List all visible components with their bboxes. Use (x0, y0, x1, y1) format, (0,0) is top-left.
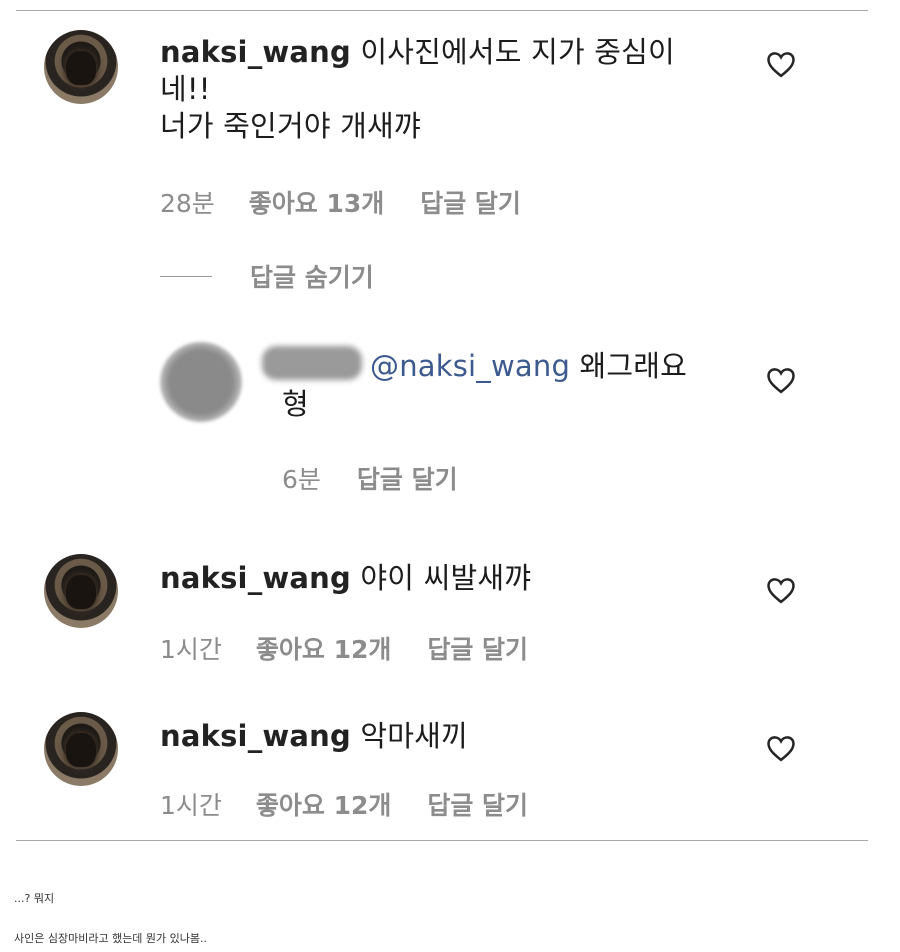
comment-time: 1시간 (160, 791, 222, 820)
heart-icon[interactable] (766, 366, 796, 394)
reply-button[interactable]: 답글 달기 (420, 184, 521, 220)
comment-meta: 1시간 좋아요 12개 답글 달기 (160, 786, 528, 822)
comment-body: 너가 죽인거야 개새꺄 (160, 109, 421, 143)
caption-line: 사인은 심장마비라고 했는데 뭔가 있나봄.. (14, 932, 208, 945)
heart-icon[interactable] (766, 50, 796, 78)
comment-text: naksi_wang 야이 씨발새꺄 (160, 560, 760, 597)
reply-time: 6분 (282, 465, 321, 494)
reply-button[interactable]: 답글 달기 (357, 460, 458, 496)
reply-button[interactable]: 답글 달기 (427, 786, 528, 822)
avatar[interactable] (44, 30, 118, 104)
heart-icon[interactable] (766, 734, 796, 762)
comment-body: 야이 씨발새꺄 (360, 561, 532, 595)
comment-likes[interactable]: 좋아요 13개 (249, 184, 385, 220)
comment-body: 이사진에서도 지가 중심이 (360, 35, 675, 69)
avatar[interactable] (44, 712, 118, 786)
bottom-divider (16, 840, 868, 841)
comment-time: 1시간 (160, 635, 222, 664)
comment-text: naksi_wang 악마새끼 (160, 718, 760, 755)
reply-text: @naksi_wang 왜그래요 (370, 348, 770, 385)
reply-meta: 6분 답글 달기 (282, 460, 458, 496)
comment-username[interactable]: naksi_wang (160, 561, 351, 595)
comment-body: 악마새끼 (360, 719, 468, 753)
reply-button[interactable]: 답글 달기 (427, 630, 528, 666)
reply-mention[interactable]: @naksi_wang (370, 349, 570, 383)
reply-body: 왜그래요 (579, 349, 688, 383)
comment-meta: 28분 좋아요 13개 답글 달기 (160, 184, 521, 220)
comment-likes[interactable]: 좋아요 12개 (256, 786, 392, 822)
avatar[interactable] (44, 554, 118, 628)
username-redacted (262, 346, 362, 380)
heart-icon[interactable] (766, 576, 796, 604)
top-divider (16, 10, 868, 11)
comment-username[interactable]: naksi_wang (160, 719, 351, 753)
comment-body: 네!! (160, 72, 211, 106)
comment-meta: 1시간 좋아요 12개 답글 달기 (160, 630, 528, 666)
comment-likes[interactable]: 좋아요 12개 (256, 630, 392, 666)
comment-text: naksi_wang 이사진에서도 지가 중심이 네!! 너가 죽인거야 개새꺄 (160, 34, 760, 145)
avatar[interactable] (160, 342, 242, 422)
hide-replies-button[interactable]: 답글 숨기기 (250, 258, 374, 294)
comment-time: 28분 (160, 189, 215, 218)
caption-line: ...? 뭐지 (14, 892, 55, 905)
reply-body-line2: 형 (282, 387, 309, 421)
hide-replies-dash (160, 276, 212, 277)
comment-username[interactable]: naksi_wang (160, 35, 351, 69)
